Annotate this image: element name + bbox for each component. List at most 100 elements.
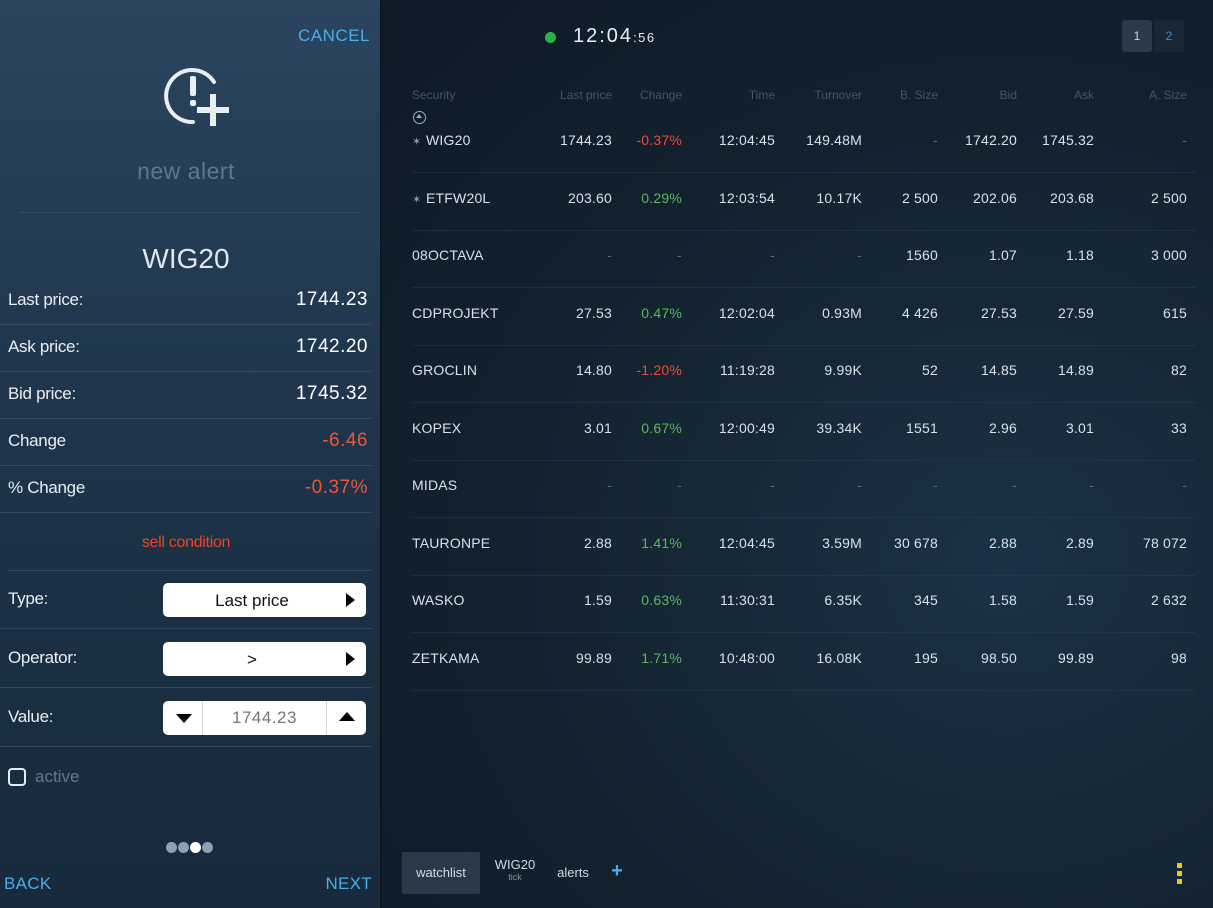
asize-cell: 98 xyxy=(1171,649,1187,666)
time-cell: - xyxy=(770,477,775,493)
divider xyxy=(20,212,360,213)
ask-cell: 203.68 xyxy=(1049,189,1094,206)
add-tab-button[interactable]: + xyxy=(602,852,632,894)
step-indicator xyxy=(166,840,214,853)
page-button-2[interactable]: 2 xyxy=(1154,20,1184,52)
turnover-cell: 149.48M xyxy=(806,132,862,148)
decrement-button[interactable] xyxy=(163,701,203,735)
column-header[interactable]: Security xyxy=(412,88,512,102)
increment-button[interactable] xyxy=(326,701,366,735)
bsize-cell: 1560 xyxy=(906,247,938,263)
chevron-right-icon xyxy=(346,652,355,666)
security-cell: TAURONPE xyxy=(412,535,512,551)
security-name: ETFW20L xyxy=(426,189,491,206)
column-header[interactable]: Bid xyxy=(947,88,1017,102)
security-name: CDPROJEKT xyxy=(412,304,499,321)
cancel-button[interactable]: CANCEL xyxy=(298,26,370,46)
last-cell: 99.89 xyxy=(575,649,612,666)
step-dot xyxy=(178,842,189,853)
security-name: 08OCTAVA xyxy=(412,247,484,263)
more-menu-icon[interactable] xyxy=(1177,863,1183,885)
operator-label: Operator: xyxy=(8,648,78,667)
tab-alerts[interactable]: alerts xyxy=(548,852,598,894)
value-input[interactable] xyxy=(204,701,325,735)
chevron-right-icon xyxy=(346,593,355,607)
info-label: Bid price: xyxy=(8,384,76,403)
tab-wig20-tick[interactable]: WIG20 tick xyxy=(484,852,546,894)
last-cell: - xyxy=(607,247,612,263)
info-value: 1744.23 xyxy=(295,289,368,310)
operator-select[interactable]: > xyxy=(163,642,366,676)
back-button[interactable]: BACK xyxy=(4,874,52,894)
table-row[interactable]: TAURONPE 2.88 1.41% 12:04:45 3.59M 30 678 2.88… xyxy=(412,519,1195,576)
arrow-up-icon xyxy=(339,712,355,721)
column-header[interactable]: Last price xyxy=(532,88,612,102)
step-dot xyxy=(166,842,177,853)
new-alert-panel: CANCEL new alert WIG20 Last price: 1744.2… xyxy=(0,0,381,908)
operator-row: Operator: > xyxy=(0,630,372,688)
bsize-cell: 4 426 xyxy=(901,304,938,321)
table-row[interactable]: CDPROJEKT 27.53 0.47% 12:02:04 0.93M 4 426 27.… xyxy=(412,289,1195,346)
turnover-cell: 39.34K xyxy=(816,419,862,436)
info-row: Bid price: 1745.32 xyxy=(0,372,372,419)
ask-cell: 99.89 xyxy=(1057,649,1094,666)
bid-cell: 14.85 xyxy=(980,362,1017,378)
type-value: Last price xyxy=(215,591,289,610)
table-row[interactable]: MIDAS - - - - - - - - xyxy=(412,461,1195,518)
type-row: Type: Last price xyxy=(0,571,372,629)
asize-cell: - xyxy=(1182,477,1187,493)
turnover-cell: 0.93M xyxy=(822,304,862,321)
bid-cell: 2.88 xyxy=(988,534,1017,551)
table-row[interactable]: WASKO 1.59 0.63% 11:30:31 6.35K 345 1.58 1.59 2 … xyxy=(412,576,1195,633)
time-cell: 11:30:31 xyxy=(719,592,775,608)
asize-cell: 33 xyxy=(1171,419,1187,436)
alert-add-icon xyxy=(164,68,229,126)
column-header[interactable]: Turnover xyxy=(787,88,862,102)
time-cell: 12:03:54 xyxy=(718,189,775,206)
turnover-cell: 16.08K xyxy=(816,649,862,666)
time-cell: 12:00:49 xyxy=(718,419,775,436)
bid-cell: 27.53 xyxy=(980,304,1017,321)
ask-cell: 3.01 xyxy=(1065,419,1094,436)
column-header[interactable]: Ask xyxy=(1027,88,1094,102)
table-row[interactable]: GROCLIN 14.80 -1.20% 11:19:28 9.99K 52 14.85 14… xyxy=(412,346,1195,403)
bid-cell: 1.07 xyxy=(988,247,1017,263)
column-header[interactable]: Change xyxy=(627,88,682,102)
asize-cell: 615 xyxy=(1163,304,1187,321)
turnover-cell: 6.35K xyxy=(824,592,862,608)
table-row[interactable]: 08OCTAVA - - - - 1560 1.07 1.18 3 000 xyxy=(412,231,1195,288)
security-cell: CDPROJEKT xyxy=(412,305,512,321)
active-checkbox[interactable] xyxy=(8,768,26,786)
info-row: Ask price: 1742.20 xyxy=(0,325,372,372)
column-header[interactable]: Time xyxy=(702,88,775,102)
security-name: WASKO xyxy=(412,592,465,608)
asize-cell: - xyxy=(1182,132,1187,148)
table-row[interactable]: KOPEX 3.01 0.67% 12:00:49 39.34K 1551 2.96 3.01… xyxy=(412,404,1195,461)
bsize-cell: 30 678 xyxy=(893,534,938,551)
bsize-cell: - xyxy=(933,132,938,148)
table-row[interactable]: ✶ WIG20 1744.23 -0.37% 12:04:45 149.48M - 1742.… xyxy=(412,116,1195,173)
last-cell: - xyxy=(607,477,612,493)
next-button[interactable]: NEXT xyxy=(325,874,372,894)
info-label: Ask price: xyxy=(8,337,80,356)
table-row[interactable]: ZETKAMA 99.89 1.71% 10:48:00 16.08K 195 98.50 9… xyxy=(412,634,1195,691)
type-select[interactable]: Last price xyxy=(163,583,366,617)
bsize-cell: 195 xyxy=(914,649,938,666)
security-cell: GROCLIN xyxy=(412,362,512,378)
info-value: -0.37% xyxy=(304,477,368,498)
security-cell: ZETKAMA xyxy=(412,650,512,666)
asize-cell: 3 000 xyxy=(1150,247,1187,263)
turnover-cell: 3.59M xyxy=(822,534,862,551)
security-name: ZETKAMA xyxy=(412,649,480,666)
column-header[interactable]: B. Size xyxy=(872,88,938,102)
bsize-cell: 52 xyxy=(922,362,938,378)
condition-title: sell condition xyxy=(141,534,231,551)
page-button-1[interactable]: 1 xyxy=(1122,20,1152,52)
turnover-cell: 10.17K xyxy=(816,189,862,206)
table-row[interactable]: ✶ ETFW20L 203.60 0.29% 12:03:54 10.17K 2 500 20… xyxy=(412,174,1195,231)
column-header[interactable]: A. Size xyxy=(1107,88,1187,102)
tab-watchlist[interactable]: watchlist xyxy=(402,852,480,894)
bid-cell: 1.58 xyxy=(988,592,1017,608)
value-stepper xyxy=(163,701,366,735)
time-cell: 10:48:00 xyxy=(718,649,775,666)
